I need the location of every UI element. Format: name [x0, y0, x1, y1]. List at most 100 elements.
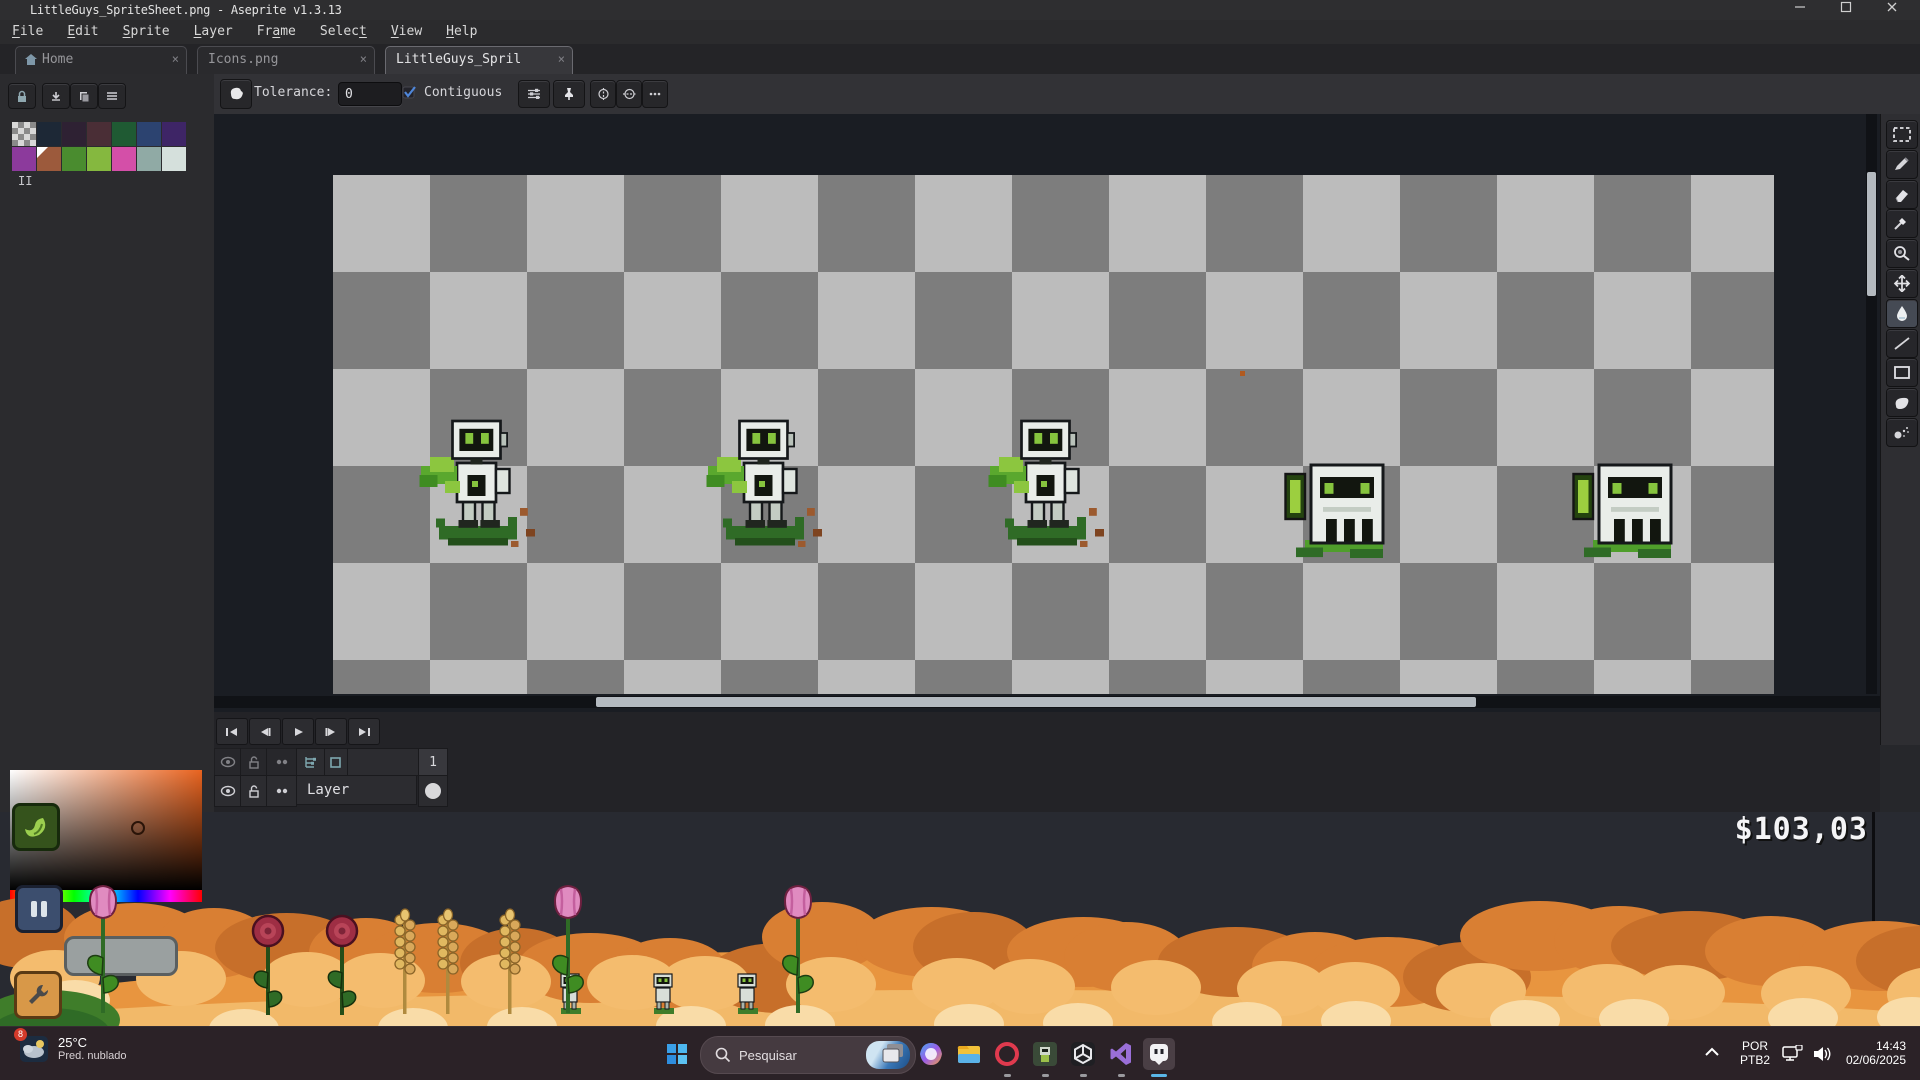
menu-select[interactable]: Select [308, 20, 379, 43]
game-leaf-button[interactable] [12, 803, 60, 851]
cel-cell[interactable] [418, 775, 448, 807]
menu-frame[interactable]: Frame [245, 20, 308, 43]
canvas-sprite-walker-robot[interactable] [705, 415, 825, 563]
symmetry-horizontal-icon[interactable] [616, 80, 642, 108]
taskbar-visual-studio-icon[interactable] [1105, 1038, 1137, 1070]
weather-temp: 25°C [58, 1035, 127, 1050]
start-button[interactable] [661, 1038, 693, 1070]
blob-brush-icon[interactable] [220, 79, 252, 109]
palette-swatch[interactable] [137, 147, 161, 171]
palette-copy-icon[interactable] [70, 83, 98, 109]
palette-swatch[interactable] [112, 147, 136, 171]
titlebar: LittleGuys_SpriteSheet.png - Aseprite v1… [0, 0, 1920, 20]
tab-close-icon[interactable]: × [558, 52, 565, 66]
canvas-sprite-walker-robot[interactable] [987, 415, 1107, 563]
tab-close-icon[interactable]: × [360, 52, 367, 66]
zoom-tool[interactable] [1886, 239, 1918, 268]
color-picker-selector[interactable] [131, 821, 145, 835]
palette-swatch[interactable] [162, 147, 186, 171]
weather-widget[interactable]: 8 25°C Pred. nublado [18, 1032, 127, 1064]
rectangular-marquee-tool[interactable] [1886, 120, 1918, 149]
vertical-scrollbar[interactable] [1866, 114, 1877, 694]
palette-swatch[interactable] [112, 122, 136, 146]
palette-menu-icon[interactable] [98, 83, 126, 109]
eyedropper-tool[interactable] [1886, 209, 1918, 238]
canvas-area[interactable] [214, 114, 1880, 712]
pencil-tool[interactable] [1886, 150, 1918, 179]
tab-close-icon[interactable]: × [172, 52, 179, 66]
menu-help[interactable]: Help [434, 20, 489, 43]
canvas-sprite-box-robot[interactable] [1569, 447, 1689, 571]
horizontal-scrollbar[interactable] [214, 696, 1880, 708]
taskbar-opera-gx-icon[interactable] [991, 1038, 1023, 1070]
hand-tool[interactable] [1886, 269, 1918, 298]
tune-icon[interactable] [518, 80, 550, 108]
minimize-button[interactable] [1778, 0, 1822, 20]
sprite-canvas[interactable] [333, 175, 1774, 694]
game-pause-button[interactable] [15, 885, 63, 933]
palette-swatch[interactable] [37, 147, 61, 171]
canvas-sprite-box-robot[interactable] [1281, 447, 1401, 571]
pin-icon[interactable] [553, 80, 585, 108]
menu-file[interactable]: File [0, 20, 55, 43]
contiguous-checkbox[interactable] [402, 84, 418, 104]
vertical-scrollbar-thumb[interactable] [1867, 172, 1876, 296]
more-icon[interactable] [642, 80, 668, 108]
jumble-tool[interactable] [1886, 418, 1918, 447]
rectangle-tool[interactable] [1886, 358, 1918, 387]
timeline-header-onion-skin-icon[interactable] [296, 748, 325, 776]
volume-icon[interactable] [1812, 1045, 1832, 1068]
tray-chevron-icon[interactable] [1704, 1045, 1720, 1063]
go-first-button[interactable] [216, 718, 248, 745]
contour-tool[interactable] [1886, 388, 1918, 417]
menu-view[interactable]: View [379, 20, 434, 43]
play-button[interactable] [282, 718, 314, 745]
line-tool[interactable] [1886, 329, 1918, 358]
palette-swatch[interactable] [12, 147, 36, 171]
palette-swatch[interactable] [37, 122, 61, 146]
timeline-header-lock-icon[interactable] [240, 748, 267, 776]
palette-swatch[interactable] [162, 122, 186, 146]
layer-lock-icon[interactable] [240, 775, 267, 807]
palette-arrow-down-icon[interactable] [42, 83, 70, 109]
frame-header-cell[interactable]: 1 [418, 748, 448, 776]
paint-bucket-tool[interactable] [1886, 299, 1918, 328]
timeline-header-eye-icon[interactable] [214, 748, 241, 776]
horizontal-scrollbar-thumb[interactable] [596, 697, 1476, 707]
timeline-header-continuous-icon[interactable] [266, 748, 297, 776]
tab-littleguys-spril[interactable]: LittleGuys_Spril× [385, 46, 573, 74]
next-frame-button[interactable] [315, 718, 347, 745]
palette-swatch[interactable] [12, 122, 36, 146]
palette-lock-icon[interactable] [8, 83, 36, 109]
taskbar-unity-hub-icon[interactable] [1067, 1038, 1099, 1070]
network-icon[interactable] [1782, 1045, 1804, 1068]
prev-frame-button[interactable] [249, 718, 281, 745]
timeline-header-cel-icon[interactable] [324, 748, 348, 776]
taskbar-game-app-icon[interactable] [1029, 1038, 1061, 1070]
symmetry-vertical-icon[interactable] [590, 80, 616, 108]
palette-swatch[interactable] [87, 122, 111, 146]
close-button[interactable] [1870, 0, 1914, 20]
palette-swatch[interactable] [137, 122, 161, 146]
menu-layer[interactable]: Layer [182, 20, 245, 43]
eraser-tool[interactable] [1886, 180, 1918, 209]
menu-sprite[interactable]: Sprite [111, 20, 182, 43]
go-last-button[interactable] [348, 718, 380, 745]
tolerance-input[interactable] [338, 82, 402, 106]
layer-continuous-icon[interactable] [266, 775, 297, 807]
taskbar-aseprite-icon[interactable] [1143, 1038, 1175, 1070]
canvas-sprite-walker-robot[interactable] [418, 415, 538, 563]
tab-home[interactable]: Home× [15, 46, 187, 74]
maximize-button[interactable] [1824, 0, 1868, 20]
palette-swatch[interactable] [62, 122, 86, 146]
taskbar-file-explorer-icon[interactable] [953, 1038, 985, 1070]
taskbar-task-view-icon[interactable] [877, 1038, 909, 1070]
menu-edit[interactable]: Edit [55, 20, 110, 43]
game-wrench-button[interactable] [14, 971, 62, 1019]
taskbar-copilot-icon[interactable] [915, 1038, 947, 1070]
palette-swatch[interactable] [87, 147, 111, 171]
tab-icons-png[interactable]: Icons.png× [197, 46, 375, 74]
layer-eye-icon[interactable] [214, 775, 241, 807]
palette-swatch[interactable] [62, 147, 86, 171]
layer-name-cell[interactable]: Layer [296, 775, 417, 805]
